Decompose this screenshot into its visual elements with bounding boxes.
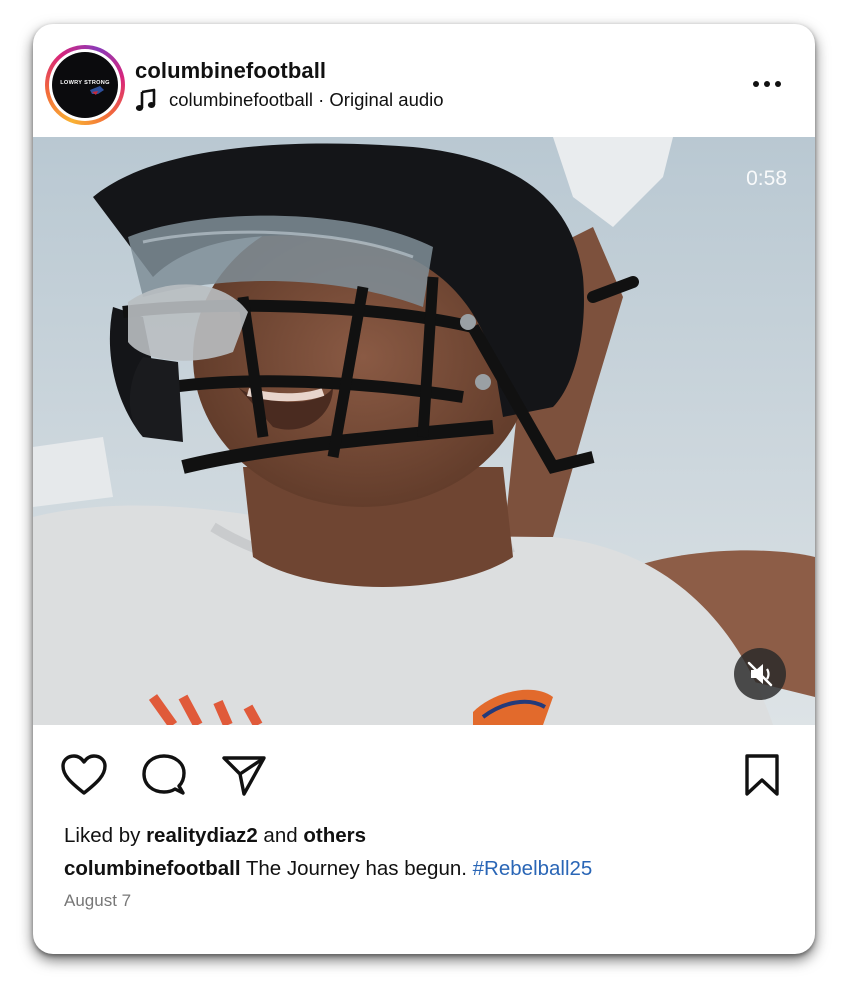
liked-by-user-link[interactable]: realitydiaz2 [146,824,258,847]
likes-middle: and [257,824,304,847]
comment-bubble-icon[interactable] [141,753,187,797]
avatar: LOWRY STRONG [52,52,118,118]
caption-username[interactable]: columbinefootball [64,857,241,880]
likes-line: Liked by realitydiaz2 and others [64,821,804,851]
likes-prefix: Liked by [64,824,147,847]
likes-others-link[interactable]: others [303,824,366,847]
paper-plane-icon[interactable] [221,753,267,797]
music-note-icon [135,88,156,111]
instagram-post-card: LOWRY STRONG columbinefootball columbine… [33,24,815,954]
post-actions [33,725,815,815]
caption-hashtag[interactable]: #Rebelball25 [473,857,593,880]
post-meta: Liked by realitydiaz2 and others columbi… [64,821,804,911]
story-ring[interactable]: LOWRY STRONG [45,45,125,125]
post-header: LOWRY STRONG columbinefootball columbine… [33,24,815,137]
more-options-icon[interactable] [747,74,787,94]
audio-link[interactable]: columbinefootball · Original audio [135,87,444,113]
video-player[interactable]: 0:58 [33,137,815,725]
caption-text: The Journey has begun. [240,857,473,880]
post-username[interactable]: columbinefootball [135,58,326,84]
video-timer: 0:58 [746,167,787,190]
team-logo-icon [90,86,104,95]
heart-icon[interactable] [60,753,108,797]
muted-speaker-icon [747,661,773,687]
bookmark-icon[interactable] [743,753,781,797]
mute-button[interactable] [734,648,786,700]
video-frame [33,137,815,725]
caption: columbinefootball The Journey has begun.… [64,851,804,887]
audio-label: columbinefootball · Original audio [169,89,444,110]
post-date: August 7 [64,891,132,910]
